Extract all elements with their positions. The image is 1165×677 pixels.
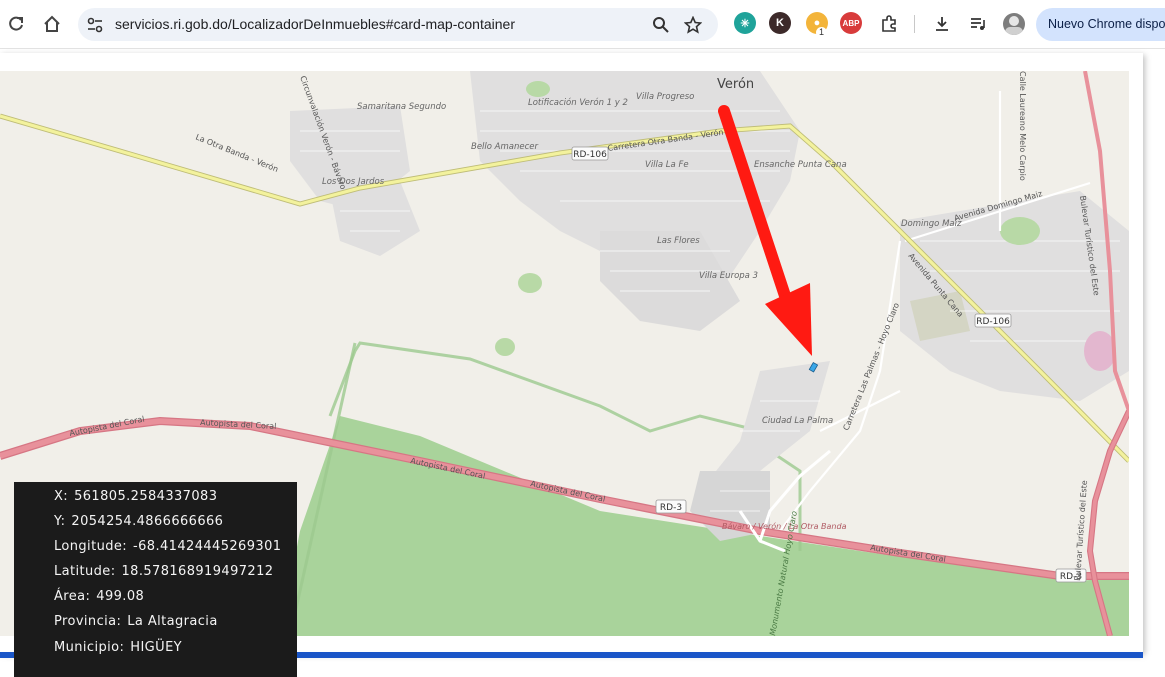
- longitude-value: -68.41424445269301: [133, 539, 282, 554]
- latitude-value: 18.578168919497212: [121, 564, 274, 579]
- svg-text:RD-106: RD-106: [573, 150, 607, 160]
- park-area: [1000, 217, 1040, 245]
- park-area: [1084, 331, 1116, 371]
- k-extension-icon[interactable]: K: [769, 12, 791, 34]
- latitude-row: Latitude: 18.578168919497212: [54, 564, 274, 579]
- road-label: Bávaro / Verón / La Otra Banda: [722, 521, 847, 531]
- rd106-shield: RD-106: [974, 313, 1012, 328]
- park-area: [526, 81, 550, 97]
- municipio-value: HIGÜEY: [130, 640, 183, 655]
- reload-button[interactable]: [2, 10, 30, 38]
- perplexity-icon[interactable]: ✳: [734, 12, 756, 34]
- road-label: Carretera Las Palmas - Hoyo Claro: [842, 301, 902, 431]
- y-coordinate-value: 2054254.4866666666: [71, 514, 224, 529]
- place-label: Bello Amanecer: [471, 142, 539, 152]
- rd3-shield: RD-3: [655, 499, 687, 514]
- place-label: Las Flores: [657, 236, 700, 246]
- area-value: 499.08: [96, 589, 145, 604]
- longitude-row: Longitude: -68.41424445269301: [54, 539, 282, 554]
- road-label: Calle Laureano Melo Carpio: [1018, 71, 1027, 181]
- browser-toolbar: servicios.ri.gob.do/LocalizadorDeInmuebl…: [0, 0, 1165, 49]
- adblock-plus-icon[interactable]: ABP: [840, 12, 862, 34]
- place-label: Domingo Maiz: [901, 219, 962, 229]
- place-label: Villa La Fe: [645, 160, 689, 170]
- x-coordinate-row: X: 561805.2584337083: [54, 489, 218, 504]
- chrome-update-button[interactable]: Nuevo Chrome disponible: [1036, 8, 1165, 41]
- place-label: Lotificación Verón 1 y 2: [528, 97, 628, 108]
- area-row: Área: 499.08: [54, 589, 145, 604]
- road-label: Bulevar Turístico del Este: [1073, 480, 1089, 581]
- puzzle-icon: [882, 15, 896, 32]
- x-coordinate-value: 561805.2584337083: [74, 489, 218, 504]
- home-icon: [44, 15, 60, 32]
- road-label: La Otra Banda - Verón: [194, 132, 280, 174]
- park-area: [495, 338, 515, 356]
- bookmark-star-icon[interactable]: [684, 16, 702, 34]
- place-label: Ciudad La Palma: [762, 416, 833, 426]
- address-bar[interactable]: servicios.ri.gob.do/LocalizadorDeInmuebl…: [78, 8, 718, 41]
- svg-text:RD-106: RD-106: [976, 317, 1010, 327]
- place-label: Villa Progreso: [636, 92, 694, 102]
- reload-icon: [9, 16, 23, 31]
- extensions-button[interactable]: [875, 10, 903, 38]
- site-settings-icon[interactable]: [86, 16, 104, 34]
- municipio-row: Municipio: HIGÜEY: [54, 640, 183, 655]
- toolbar-divider: [914, 15, 915, 33]
- media-queue-icon: [971, 18, 985, 30]
- chrome-update-label: Nuevo Chrome disponible: [1048, 17, 1165, 31]
- forest-area: [280, 416, 1129, 636]
- svg-text:RD-3: RD-3: [660, 503, 682, 513]
- provincia-row: Provincia: La Altagracia: [54, 614, 218, 629]
- place-label-veron: Verón: [717, 77, 754, 92]
- zoom-icon[interactable]: [652, 16, 670, 34]
- place-label: Villa Europa 3: [699, 271, 758, 281]
- download-icon: [936, 17, 948, 31]
- property-info-panel: X: 561805.2584337083 Y: 2054254.4866666666…: [14, 482, 297, 677]
- provincia-value: La Altagracia: [127, 614, 218, 629]
- place-label: Ensanche Punta Cana: [754, 160, 847, 170]
- profile-avatar[interactable]: [1003, 13, 1025, 35]
- place-label: Samaritana Segundo: [357, 102, 446, 112]
- media-button[interactable]: [964, 10, 992, 38]
- place-label: Los Dos Jardos: [322, 177, 385, 187]
- y-coordinate-row: Y: 2054254.4866666666: [54, 514, 224, 529]
- park-area: [518, 273, 542, 293]
- url-text[interactable]: servicios.ri.gob.do/LocalizadorDeInmuebl…: [115, 16, 515, 32]
- rd106-shield: RD-106: [571, 146, 609, 161]
- extension-badge: 1: [816, 27, 827, 38]
- downloads-button[interactable]: [928, 10, 956, 38]
- home-button[interactable]: [38, 10, 66, 38]
